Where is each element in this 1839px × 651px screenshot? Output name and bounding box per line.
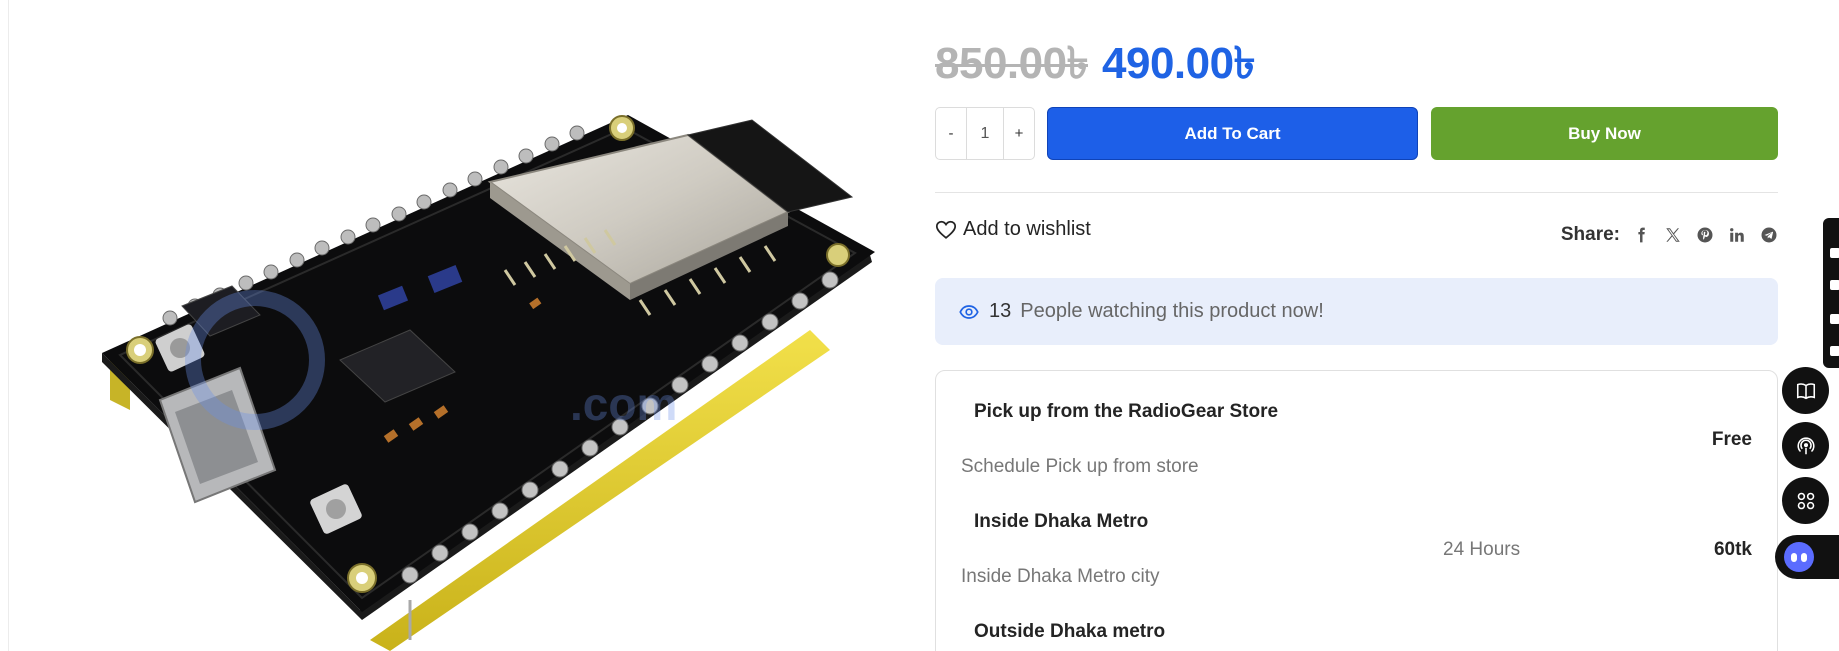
people-watching-notice: 13 People watching this product now! (935, 278, 1778, 345)
podcast-float-button[interactable] (1782, 422, 1829, 469)
share-label: Share: (1560, 224, 1620, 245)
shipping-option-title: Inside Dhaka Metro (974, 511, 1149, 532)
add-to-cart-button[interactable]: Add To Cart (1047, 107, 1418, 160)
page-edge (0, 0, 9, 651)
linkedin-icon[interactable] (1728, 226, 1746, 244)
quantity-increase-button[interactable]: + (1004, 108, 1034, 159)
shipping-option-price: 60tk (1713, 539, 1752, 560)
toolbar-square-icon (1830, 280, 1839, 290)
chatbot-icon (1784, 542, 1814, 572)
shipping-options-table: Pick up from the RadioGear Store Schedul… (935, 370, 1778, 651)
shipping-option-description: Inside Dhaka Metro city (961, 566, 1160, 587)
x-twitter-icon[interactable] (1664, 226, 1682, 244)
book-icon (1796, 382, 1815, 399)
book-float-button[interactable] (1782, 367, 1829, 414)
share-bar: Share: (1561, 224, 1778, 246)
pinterest-icon[interactable] (1696, 226, 1714, 244)
regular-price: 850.00৳ (935, 39, 1089, 88)
price-block: 850.00৳ 490.00৳ (935, 30, 1256, 88)
esp32-board-illustration: .com (102, 115, 875, 651)
eye-icon (959, 304, 979, 319)
shipping-option-price: Free (1711, 429, 1752, 450)
quantity-decrease-button[interactable]: - (936, 108, 966, 159)
wishlist-label: Add to wishlist (963, 218, 1091, 240)
podcast-icon (1796, 436, 1815, 454)
facebook-icon[interactable] (1632, 226, 1650, 244)
quantity-input[interactable]: 1 (966, 108, 1004, 159)
shipping-option-title: Pick up from the RadioGear Store (974, 401, 1279, 422)
buy-now-button[interactable]: Buy Now (1431, 107, 1778, 160)
watching-text: People watching this product now! (1020, 300, 1324, 322)
chatbot-button[interactable] (1775, 535, 1839, 579)
shipping-option-description: Schedule Pick up from store (961, 456, 1199, 477)
edge-toolbar[interactable] (1823, 218, 1839, 368)
gear-icon (1830, 346, 1839, 356)
svg-text:.com: .com (570, 378, 677, 430)
shipping-option-time: 24 Hours (1443, 539, 1521, 560)
divider (935, 192, 1778, 193)
grid-icon (1797, 492, 1814, 509)
product-image[interactable]: .com (10, 0, 900, 651)
toolbar-square-icon (1830, 314, 1839, 324)
telegram-icon[interactable] (1760, 226, 1778, 244)
product-summary: 850.00৳ 490.00৳ - 1 + Add To Cart Buy No… (935, 0, 1778, 651)
shipping-option-title: Outside Dhaka metro (974, 621, 1166, 642)
grid-float-button[interactable] (1782, 477, 1829, 524)
quantity-stepper: - 1 + (935, 107, 1035, 160)
heart-icon (935, 220, 957, 239)
watching-count: 13 (989, 300, 1012, 322)
toolbar-square-icon (1830, 248, 1839, 258)
sale-price: 490.00৳ (1102, 39, 1256, 88)
add-to-wishlist-link[interactable]: Add to wishlist (935, 218, 1091, 241)
